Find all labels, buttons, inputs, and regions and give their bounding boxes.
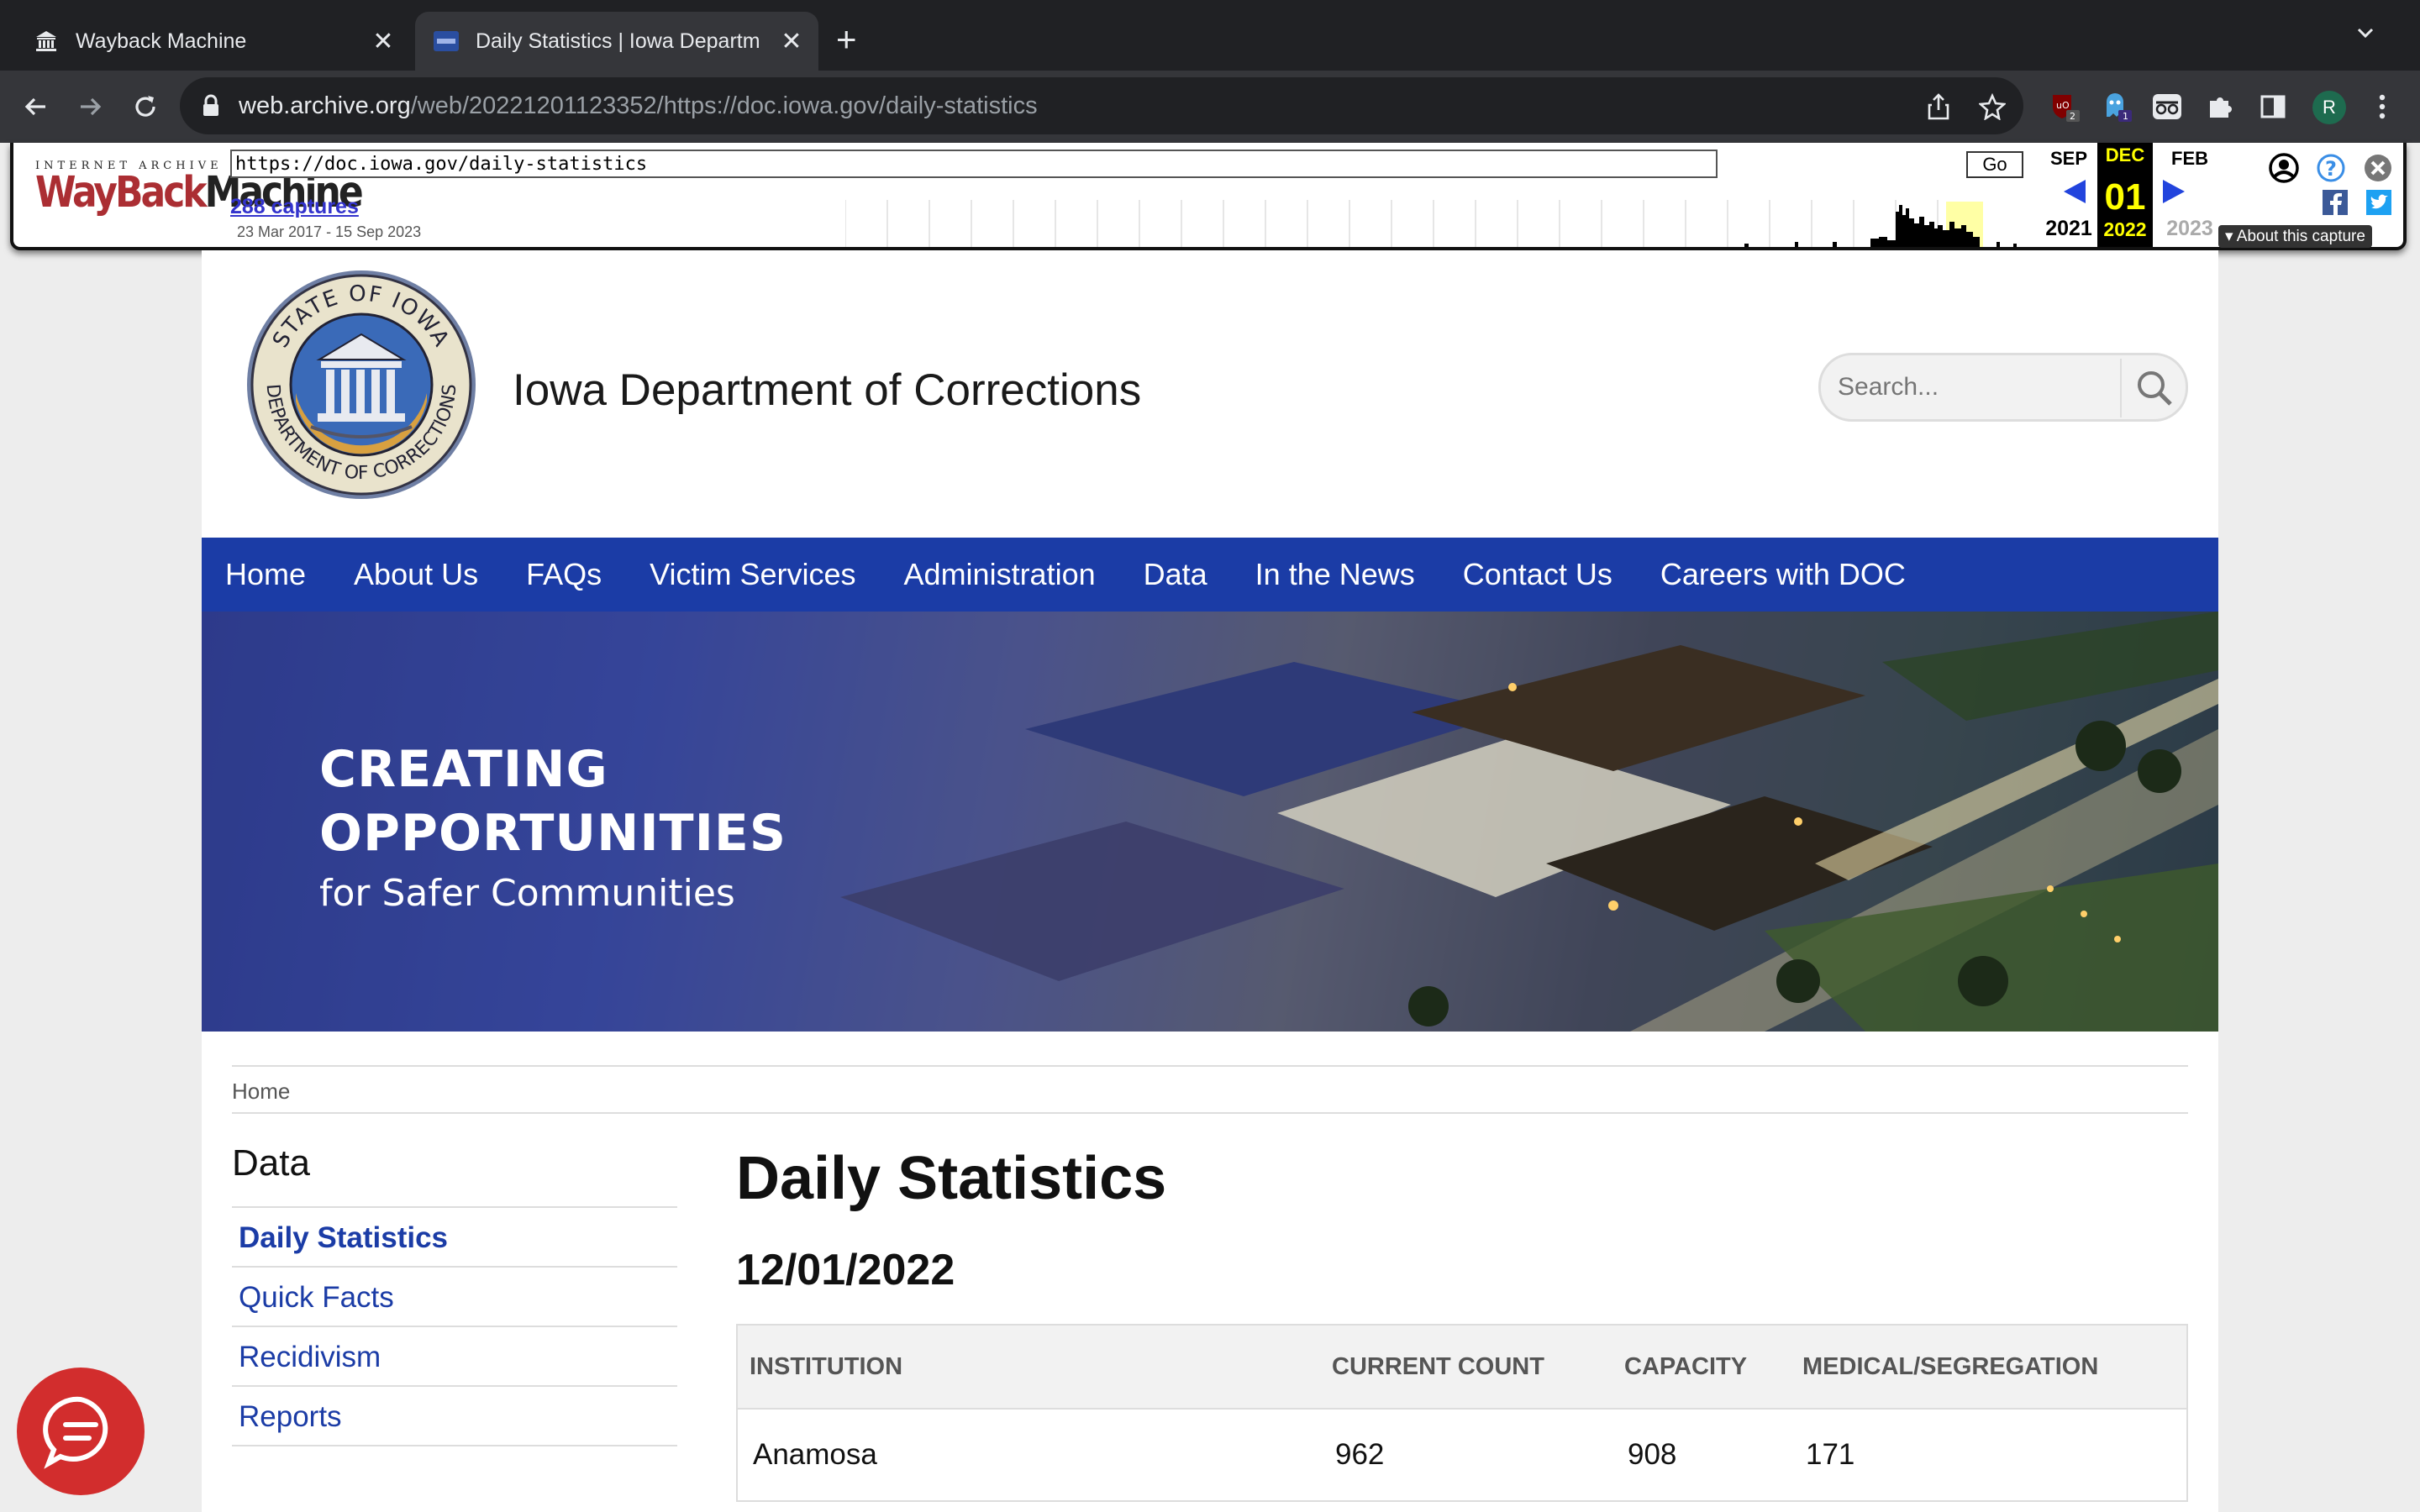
cell-institution: Anamosa — [737, 1408, 1320, 1501]
address-bar[interactable]: web.archive.org/web/20221201123352/https… — [180, 77, 2023, 134]
sidebar-item-reports[interactable]: Reports — [232, 1387, 677, 1446]
tab-search-chevron-icon[interactable] — [2353, 20, 2378, 50]
hero-line-1: CREATING — [319, 740, 608, 799]
tab-close-icon[interactable]: ✕ — [775, 27, 808, 56]
prev-capture-arrow-icon[interactable] — [2062, 178, 2087, 209]
lock-icon[interactable] — [202, 94, 220, 122]
side-panel-icon[interactable] — [2254, 87, 2292, 126]
ghostery-icon[interactable]: 1 — [2097, 87, 2136, 126]
nav-careers-with-doc[interactable]: Careers with DOC — [1660, 557, 1906, 592]
tab-title: Wayback Machine — [76, 29, 247, 53]
cell-capacity: 908 — [1612, 1408, 1791, 1501]
column-header-medical-segregation: MEDICAL/SEGREGATION — [1791, 1325, 2187, 1409]
close-toolbar-icon[interactable] — [2363, 153, 2393, 187]
ublock-origin-icon[interactable]: uO 2 — [2045, 87, 2084, 126]
chat-bubble-button[interactable] — [17, 1368, 145, 1495]
help-question-icon[interactable]: ? — [2316, 153, 2346, 187]
search-icon[interactable] — [2133, 367, 2175, 409]
url-text: web.archive.org/web/20221201123352/https… — [239, 92, 1038, 120]
hero-line-2: OPPORTUNITIES — [319, 804, 787, 863]
hero-tagline: for Safer Communities — [319, 872, 735, 915]
facebook-icon[interactable] — [2323, 190, 2348, 219]
iowa-doc-seal-logo[interactable]: STATE OF IOWA DEPARTMENT OF CORRECTIONS — [244, 267, 479, 502]
ghostery-badge: 1 — [2123, 111, 2128, 122]
twitter-icon[interactable] — [2366, 190, 2391, 219]
ublock-badge: 2 — [2070, 111, 2075, 122]
table-row: Anamosa 962 908 171 — [737, 1408, 2187, 1501]
tab-wayback-machine[interactable]: Wayback Machine ✕ — [15, 12, 410, 71]
breadcrumb: Home — [232, 1065, 2188, 1114]
wayback-go-button[interactable]: Go — [1966, 151, 2023, 178]
browser-toolbar: web.archive.org/web/20221201123352/https… — [0, 71, 2420, 143]
page-title: Daily Statistics — [736, 1145, 1167, 1212]
profile-avatar[interactable]: R — [2312, 91, 2346, 124]
kebab-menu-icon[interactable] — [2363, 87, 2402, 126]
column-header-institution: INSTITUTION — [737, 1325, 1320, 1409]
tab-close-icon[interactable]: ✕ — [366, 27, 400, 56]
sidebar-item-recidivism[interactable]: Recidivism — [232, 1327, 677, 1387]
sidebar-item-quick-facts[interactable]: Quick Facts — [232, 1268, 677, 1327]
nav-contact-us[interactable]: Contact Us — [1463, 557, 1612, 592]
wayback-url-input[interactable] — [230, 150, 1718, 178]
url-host: web.archive.org — [239, 92, 411, 119]
sidebar-menu: Daily Statistics Quick Facts Recidivism … — [232, 1206, 677, 1446]
sidebar-heading: Data — [232, 1142, 310, 1184]
nav-faqs[interactable]: FAQs — [526, 557, 602, 592]
browser-tab-bar: Wayback Machine ✕ Daily Statistics | Iow… — [0, 0, 2420, 71]
new-tab-plus-icon[interactable]: + — [836, 22, 857, 57]
about-capture-button[interactable]: ▾ About this capture — [2218, 225, 2372, 248]
nav-home[interactable]: Home — [225, 557, 306, 592]
back-arrow-icon[interactable] — [17, 87, 55, 126]
nav-victim-services[interactable]: Victim Services — [650, 557, 855, 592]
hero-text: CREATING OPPORTUNITIES for Safer Communi… — [319, 738, 786, 915]
wayback-toolbar: INTERNET ARCHIVE WayBackMachine Go 288 c… — [10, 143, 2407, 250]
page-content: STATE OF IOWA DEPARTMENT OF CORRECTIONS … — [202, 250, 2218, 1512]
breadcrumb-home[interactable]: Home — [232, 1079, 290, 1104]
statistics-date: 12/01/2022 — [736, 1246, 955, 1294]
nav-administration[interactable]: Administration — [904, 557, 1096, 592]
sidebar-item-daily-statistics[interactable]: Daily Statistics — [232, 1208, 677, 1268]
url-path: /web/20221201123352/https://doc.iowa.gov… — [410, 92, 1038, 119]
svg-text:?: ? — [2325, 157, 2337, 181]
column-header-capacity: CAPACITY — [1612, 1325, 1791, 1409]
next-capture-month[interactable]: FEB 2023 — [2154, 146, 2225, 241]
main-navigation: Home About Us FAQs Victim Services Admin… — [202, 538, 2218, 612]
current-capture-date: DEC 01 2022 — [2097, 143, 2153, 247]
tab-daily-statistics[interactable]: Daily Statistics | Iowa Departm ✕ — [415, 12, 818, 71]
chat-bubble-icon — [43, 1396, 108, 1469]
site-search — [1818, 353, 2188, 422]
bookmark-star-icon[interactable] — [1978, 92, 2007, 121]
column-header-current-count: CURRENT COUNT — [1320, 1325, 1612, 1409]
site-title[interactable]: Iowa Department of Corrections — [513, 365, 1141, 416]
extensions-puzzle-icon[interactable] — [2202, 87, 2240, 126]
table-header-row: INSTITUTION CURRENT COUNT CAPACITY MEDIC… — [737, 1325, 2187, 1409]
tab-title: Daily Statistics | Iowa Departm — [476, 29, 760, 53]
search-input[interactable] — [1838, 370, 2107, 404]
search-divider — [2120, 359, 2122, 417]
statistics-table: INSTITUTION CURRENT COUNT CAPACITY MEDIC… — [736, 1324, 2188, 1502]
capture-range: 23 Mar 2017 - 15 Sep 2023 — [237, 223, 422, 240]
incognito-glasses-icon[interactable] — [2148, 87, 2186, 126]
svg-text:uO: uO — [2056, 100, 2070, 111]
cell-current-count: 962 — [1320, 1408, 1612, 1501]
captures-link[interactable]: 288 captures — [230, 195, 359, 219]
iowa-gov-icon — [434, 29, 459, 54]
share-icon[interactable] — [1924, 92, 1953, 121]
captures-sparkline[interactable] — [845, 200, 2039, 247]
user-account-icon[interactable] — [2267, 151, 2301, 189]
nav-about-us[interactable]: About Us — [354, 557, 478, 592]
cell-medical-segregation: 171 — [1791, 1408, 2187, 1501]
museum-icon — [34, 29, 59, 54]
nav-in-the-news[interactable]: In the News — [1255, 557, 1415, 592]
forward-arrow-icon[interactable] — [71, 87, 109, 126]
hero-banner: CREATING OPPORTUNITIES for Safer Communi… — [202, 612, 2218, 1032]
reload-icon[interactable] — [126, 87, 165, 126]
nav-data[interactable]: Data — [1144, 557, 1207, 592]
